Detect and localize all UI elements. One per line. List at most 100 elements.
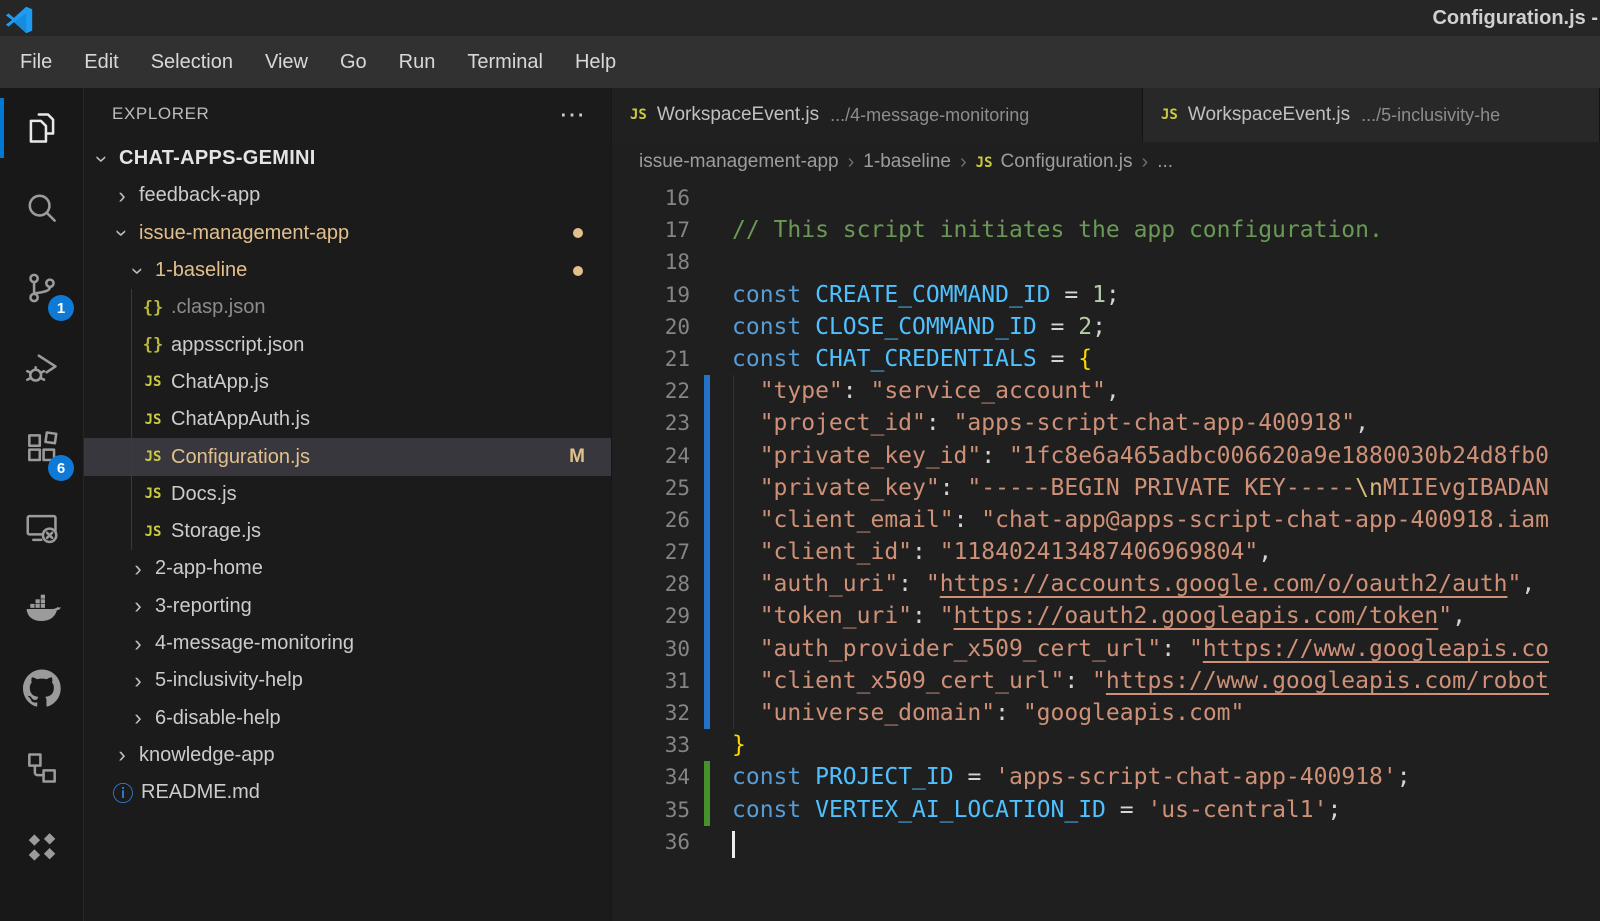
activity-item-explorer[interactable] (0, 88, 83, 168)
menu-item-go[interactable]: Go (324, 36, 383, 88)
gutter (704, 182, 710, 214)
js-icon: JS (630, 107, 657, 123)
tree-row-knowledge-app[interactable]: ›knowledge-app (84, 737, 611, 774)
tree-row-chatapp-js[interactable]: JSChatApp.js (84, 364, 611, 401)
token-url: https://www.googleapis.co (1203, 636, 1549, 662)
tab-1[interactable]: JSWorkspaceEvent.js.../4-message-monitor… (612, 88, 1143, 142)
line-number: 31 (612, 665, 690, 697)
activity-item-project-manager[interactable] (0, 728, 83, 808)
tree-row-issue-management-app[interactable]: ›issue-management-app (84, 215, 611, 252)
gutter-modified-indicator (704, 472, 710, 504)
tree-row-docs-js[interactable]: JSDocs.js (84, 476, 611, 513)
token-op: : (954, 507, 982, 533)
tree-item-label: appsscript.json (171, 334, 304, 357)
tree-row--clasp-json[interactable]: {}.clasp.json (84, 289, 611, 326)
line-number: 25 (612, 472, 690, 504)
breadcrumb-item-configuration-js[interactable]: JSConfiguration.js (976, 151, 1133, 173)
token-op: : (940, 475, 968, 501)
tree-row-configuration-js[interactable]: JSConfiguration.jsM (84, 438, 611, 475)
tab-label: WorkspaceEvent.js (1188, 104, 1350, 126)
breadcrumb-label: issue-management-app (639, 151, 839, 172)
tree-row-2-app-home[interactable]: ›2-app-home (84, 550, 611, 587)
more-actions-icon[interactable]: ⋯ (559, 109, 585, 119)
breadcrumb-item-issue-management-app[interactable]: issue-management-app (639, 151, 839, 173)
token-op: : (995, 700, 1023, 726)
menu-item-help[interactable]: Help (559, 36, 632, 88)
token-kw: const (732, 314, 801, 340)
line-number: 28 (612, 568, 690, 600)
tree-item-label: 3-reporting (155, 595, 252, 618)
tree-row-4-message-monitoring[interactable]: ›4-message-monitoring (84, 625, 611, 662)
menu-item-view[interactable]: View (249, 36, 324, 88)
tree-row-appsscript-json[interactable]: {}appsscript.json (84, 326, 611, 363)
token-op: , (1452, 603, 1466, 629)
code-text: "private_key_id": "1fc8e6a465adbc006620a… (732, 440, 1549, 472)
token-op (801, 797, 815, 823)
tree-row-6-disable-help[interactable]: ›6-disable-help (84, 699, 611, 736)
tree-row-5-inclusivity-help[interactable]: ›5-inclusivity-help (84, 662, 611, 699)
token-kw: const (732, 282, 801, 308)
js-icon: JS (140, 524, 166, 540)
menu-item-selection[interactable]: Selection (135, 36, 249, 88)
git-modified-dot (573, 228, 583, 238)
breadcrumb-separator-icon: › (848, 151, 855, 174)
code-line-34: 34const PROJECT_ID = 'apps-script-chat-a… (612, 761, 1600, 793)
code-text: "client_x509_cert_url": "https://www.goo… (732, 665, 1549, 697)
breadcrumb-separator-icon: › (1142, 151, 1149, 174)
files-icon (23, 109, 61, 147)
chevron-right-icon: › (126, 559, 150, 579)
line-number: 29 (612, 600, 690, 632)
tree-row-storage-js[interactable]: JSStorage.js (84, 513, 611, 550)
gutter-modified-indicator (704, 568, 710, 600)
tab-description: .../4-message-monitoring (830, 105, 1029, 126)
code-line-31: 31 "client_x509_cert_url": "https://www.… (612, 665, 1600, 697)
gutter-modified-indicator (704, 504, 710, 536)
menu-item-edit[interactable]: Edit (68, 36, 134, 88)
token-cn: VERTEX_AI_LOCATION_ID (815, 797, 1106, 823)
tab-bar: JSWorkspaceEvent.js.../4-message-monitor… (612, 88, 1600, 142)
breadcrumb-label: 1-baseline (863, 151, 951, 172)
tab-2[interactable]: JSWorkspaceEvent.js.../5-inclusivity-he (1143, 88, 1600, 142)
breadcrumb-item--[interactable]: ... (1157, 151, 1173, 173)
breadcrumb-label: ... (1157, 151, 1173, 172)
git-modified-badge: M (569, 446, 585, 468)
token-op: ; (1092, 314, 1106, 340)
code-line-28: 28 "auth_uri": "https://accounts.google.… (612, 568, 1600, 600)
breadcrumb-item-1-baseline[interactable]: 1-baseline (863, 151, 951, 173)
menu-item-run[interactable]: Run (383, 36, 452, 88)
activity-item-source-control[interactable]: 1 (0, 248, 83, 328)
activity-item-github[interactable] (0, 648, 83, 728)
tree-item-label: feedback-app (139, 184, 260, 207)
tree-item-label: 1-baseline (155, 259, 247, 282)
chevron-down-icon: › (110, 223, 134, 243)
line-number: 32 (612, 697, 690, 729)
tree-row-feedback-app[interactable]: ›feedback-app (84, 177, 611, 214)
code-text: const VERTEX_AI_LOCATION_ID = 'us-centra… (732, 794, 1341, 826)
chevron-down-icon: › (90, 149, 114, 169)
token-cn: CLOSE_COMMAND_ID (815, 314, 1037, 340)
tree-row-chat-apps-gemini[interactable]: ›CHAT-APPS-GEMINI (84, 140, 611, 177)
activity-item-docker[interactable] (0, 568, 83, 648)
line-number: 27 (612, 536, 690, 568)
tree-item-label: 2-app-home (155, 557, 263, 580)
tree-row-3-reporting[interactable]: ›3-reporting (84, 588, 611, 625)
gutter-modified-indicator (704, 665, 710, 697)
activity-item-search[interactable] (0, 168, 83, 248)
tree-row-1-baseline[interactable]: ›1-baseline (84, 252, 611, 289)
token-op: : (912, 539, 940, 565)
menu-item-terminal[interactable]: Terminal (451, 36, 559, 88)
js-icon: JS (1161, 107, 1188, 123)
token-esc: \n (1355, 475, 1383, 501)
sidebar-explorer: EXPLORER ⋯ ›CHAT-APPS-GEMINI›feedback-ap… (84, 88, 612, 921)
tree-row-chatappauth-js[interactable]: JSChatAppAuth.js (84, 401, 611, 438)
activity-item-run-debug[interactable] (0, 328, 83, 408)
menu-item-file[interactable]: File (4, 36, 68, 88)
code-area[interactable]: 1617// This script initiates the app con… (612, 182, 1600, 921)
activity-item-gemini[interactable] (0, 808, 83, 888)
tree-row-readme-md[interactable]: ⓘREADME.md (84, 774, 611, 811)
activity-item-remote-explorer[interactable] (0, 488, 83, 568)
line-number: 34 (612, 761, 690, 793)
gutter-modified-indicator (704, 697, 710, 729)
activity-item-extensions[interactable]: 6 (0, 408, 83, 488)
token-str: "client_email" (732, 507, 954, 533)
